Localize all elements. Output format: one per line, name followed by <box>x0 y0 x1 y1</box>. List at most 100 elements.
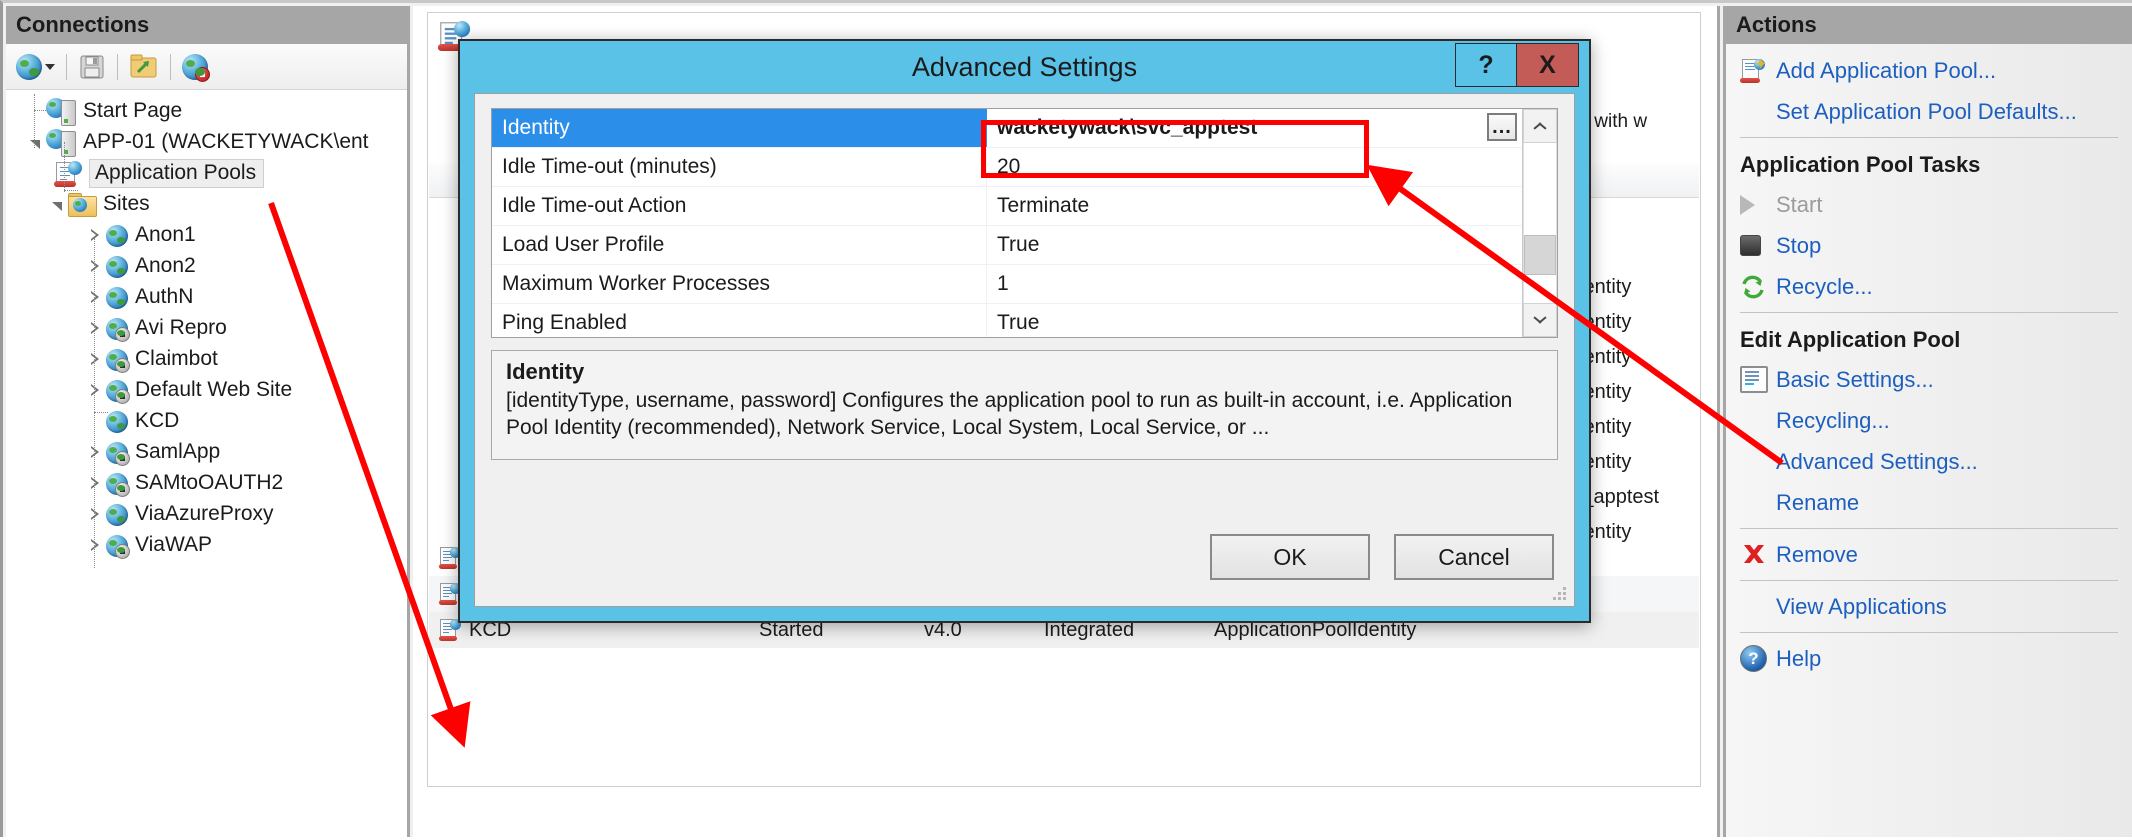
setting-row-maximum-worker-processes[interactable]: Maximum Worker Processes 1 <box>492 265 1522 304</box>
tree-item-app-01[interactable]: APP-01 (WACKETYWACK\ent <box>6 127 407 158</box>
close-button[interactable]: X <box>1517 43 1579 87</box>
action-help[interactable]: ? Help <box>1726 638 2132 679</box>
scrollbar-track[interactable] <box>1523 143 1557 303</box>
tree-item-sites[interactable]: Sites <box>6 189 407 220</box>
tree-item-samlapp[interactable]: SamlApp <box>6 437 407 468</box>
triangle-right-icon <box>90 384 101 397</box>
export-icon[interactable] <box>129 53 159 81</box>
setting-row-idle-timeout[interactable]: Idle Time-out (minutes) 20 <box>492 148 1522 187</box>
tree-connector <box>94 238 95 568</box>
recycle-icon <box>1740 275 1776 299</box>
toolbar-divider <box>170 53 171 80</box>
site-stopped-icon <box>106 348 130 373</box>
cancel-button[interactable]: Cancel <box>1394 534 1554 580</box>
resize-grip[interactable] <box>1552 586 1568 602</box>
connections-header: Connections <box>6 6 407 44</box>
action-label: Recycling... <box>1776 407 1890 433</box>
triangle-right-icon <box>90 260 101 273</box>
tree-item-samtooauth2[interactable]: SAMtoOAUTH2 <box>6 468 407 499</box>
setting-value: True <box>997 233 1040 256</box>
action-remove[interactable]: Remove <box>1726 534 2132 575</box>
setting-value: 20 <box>997 155 1021 178</box>
tree-expander-expand[interactable] <box>84 229 106 242</box>
scroll-up-button[interactable] <box>1523 109 1557 143</box>
setting-value: wacketywack\svc_apptest <box>997 116 1258 139</box>
settings-scrollbar[interactable] <box>1522 109 1557 337</box>
tree-expander-expand[interactable] <box>84 446 106 459</box>
tree-item-kcd[interactable]: KCD <box>6 406 407 437</box>
site-icon <box>106 503 128 526</box>
iis-manager-window: Connections Start Page APP-01 (WACKETYWA… <box>0 0 2132 837</box>
basic-settings-icon <box>1740 366 1776 393</box>
setting-name: Maximum Worker Processes <box>492 265 987 303</box>
action-set-application-pool-defaults[interactable]: Set Application Pool Defaults... <box>1726 91 2132 132</box>
action-recycle[interactable]: Recycle... <box>1726 266 2132 307</box>
tree-item-viaazureproxy[interactable]: ViaAzureProxy <box>6 499 407 530</box>
ok-button[interactable]: OK <box>1210 534 1370 580</box>
action-label: Advanced Settings... <box>1776 448 1978 474</box>
chevron-down-icon <box>1533 316 1547 325</box>
action-add-application-pool[interactable]: ✦ Add Application Pool... <box>1726 50 2132 91</box>
setting-row-ping-enabled[interactable]: Ping Enabled True <box>492 304 1522 337</box>
setting-value: Terminate <box>997 194 1090 217</box>
site-icon <box>106 410 128 433</box>
tree-expander-collapse[interactable] <box>24 136 46 150</box>
scrollbar-thumb[interactable] <box>1524 235 1556 275</box>
tree-item-default-web-site[interactable]: Default Web Site <box>6 375 407 406</box>
tree-item-label: Anon2 <box>135 254 196 277</box>
tree-expander-expand[interactable] <box>84 477 106 490</box>
setting-description-panel: Identity [identityType, username, passwo… <box>491 350 1558 460</box>
action-view-applications[interactable]: View Applications <box>1726 586 2132 627</box>
tree-expander-expand[interactable] <box>84 539 106 552</box>
tree-item-label: ViaAzureProxy <box>135 502 274 525</box>
action-advanced-settings[interactable]: Advanced Settings... <box>1726 441 2132 482</box>
action-basic-settings[interactable]: Basic Settings... <box>1726 359 2132 400</box>
tree-expander-expand[interactable] <box>84 353 106 366</box>
tree-expander-collapse[interactable] <box>46 198 68 212</box>
tree-item-start-page[interactable]: Start Page <box>6 96 407 127</box>
tree-item-authn[interactable]: AuthN <box>6 282 407 313</box>
tree-expander-expand[interactable] <box>84 508 106 521</box>
tree-item-avi-repro[interactable]: Avi Repro <box>6 313 407 344</box>
action-label: View Applications <box>1776 593 1947 619</box>
site-stopped-icon <box>106 379 130 404</box>
connections-tree: Start Page APP-01 (WACKETYWACK\ent Appli… <box>6 90 407 568</box>
connect-to-icon[interactable] <box>16 53 55 80</box>
action-label: Help <box>1776 645 1822 671</box>
folder-arrow-icon <box>130 54 157 77</box>
setting-value-cell[interactable]: wacketywack\svc_apptest ... <box>987 109 1522 147</box>
tree-expander-expand[interactable] <box>84 260 106 273</box>
save-icon[interactable] <box>78 53 106 81</box>
tree-item-viawap[interactable]: ViaWAP <box>6 530 407 561</box>
action-start[interactable]: Start <box>1726 184 2132 225</box>
triangle-right-icon <box>90 291 101 304</box>
tree-item-label: KCD <box>135 409 180 432</box>
setting-value: 1 <box>997 272 1009 295</box>
setting-row-idle-timeout-action[interactable]: Idle Time-out Action Terminate <box>492 187 1522 226</box>
setting-row-identity[interactable]: Identity wacketywack\svc_apptest ... <box>492 109 1522 148</box>
browse-button[interactable]: ... <box>1487 113 1517 141</box>
setting-name: Ping Enabled <box>492 304 987 337</box>
tree-expander-expand[interactable] <box>84 384 106 397</box>
connections-toolbar <box>6 44 407 90</box>
help-button[interactable]: ? <box>1455 43 1517 87</box>
setting-value: True <box>997 311 1040 334</box>
scroll-down-button[interactable] <box>1523 303 1557 337</box>
tree-item-label: APP-01 (WACKETYWACK\ent <box>83 130 369 153</box>
setting-row-load-user-profile[interactable]: Load User Profile True <box>492 226 1522 265</box>
tree-expander-expand[interactable] <box>84 322 106 335</box>
tree-item-anon1[interactable]: Anon1 <box>6 220 407 251</box>
tree-item-claimbot[interactable]: Claimbot <box>6 344 407 375</box>
tree-item-anon2[interactable]: Anon2 <box>6 251 407 282</box>
action-rename[interactable]: Rename <box>1726 482 2132 523</box>
advanced-settings-dialog: Advanced Settings ? X Identity wacketywa… <box>458 39 1591 623</box>
action-label: Remove <box>1776 541 1858 567</box>
disconnect-icon[interactable] <box>182 53 210 82</box>
connections-pane: Connections Start Page APP-01 (WACKETYWA… <box>6 6 410 837</box>
tree-expander-expand[interactable] <box>84 291 106 304</box>
dialog-title-bar[interactable]: Advanced Settings ? X <box>460 41 1589 93</box>
action-stop[interactable]: Stop <box>1726 225 2132 266</box>
action-recycling[interactable]: Recycling... <box>1726 400 2132 441</box>
setting-name: Load User Profile <box>492 226 987 264</box>
tree-item-application-pools[interactable]: Application Pools <box>6 158 407 189</box>
